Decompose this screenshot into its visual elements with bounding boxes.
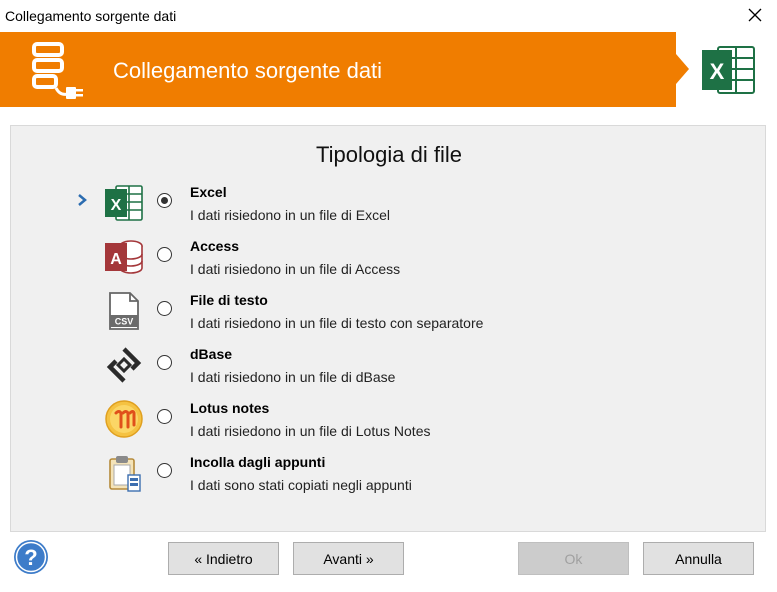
header-banner: Collegamento sorgente dati X [0, 32, 777, 107]
window-title: Collegamento sorgente dati [5, 8, 177, 24]
svg-text:X: X [111, 197, 122, 214]
option-name: Excel [190, 184, 227, 200]
option-text-file[interactable]: CSV File di testo I dati risiedono in un… [11, 288, 767, 342]
option-description: I dati risiedono in un file di Excel [190, 207, 390, 223]
close-button[interactable] [745, 5, 765, 25]
option-description: I dati sono stati copiati negli appunti [190, 477, 412, 493]
help-icon[interactable]: ? [13, 539, 49, 575]
option-name: Incolla dagli appunti [190, 454, 326, 470]
next-button[interactable]: Avanti » [293, 542, 404, 575]
option-name: File di testo [190, 292, 268, 308]
excel-icon: X [105, 185, 143, 221]
text-file-radio[interactable] [157, 301, 172, 316]
option-access[interactable]: A Access I dati risiedono in un file di … [11, 234, 767, 288]
option-name: dBase [190, 346, 233, 362]
lotus-notes-radio[interactable] [157, 409, 172, 424]
clipboard-icon [109, 456, 141, 492]
database-plug-icon [32, 42, 83, 99]
svg-text:CSV: CSV [115, 317, 134, 327]
option-excel[interactable]: X Excel I dati risiedono in un file di E… [11, 180, 767, 234]
cancel-button[interactable]: Annulla [643, 542, 754, 575]
access-icon: A [105, 240, 143, 274]
option-lotus-notes[interactable]: Lotus notes I dati risiedono in un file … [11, 396, 767, 450]
ok-button[interactable]: Ok [518, 542, 629, 575]
svg-text:X: X [710, 59, 725, 84]
dbase-icon [106, 347, 142, 383]
excel-radio[interactable] [157, 193, 172, 208]
svg-text:?: ? [24, 545, 37, 570]
dbase-radio[interactable] [157, 355, 172, 370]
svg-text:A: A [110, 251, 122, 268]
section-title: Tipologia di file [316, 142, 462, 167]
banner-heading: Collegamento sorgente dati [113, 58, 383, 83]
option-name: Access [190, 238, 240, 254]
excel-logo-icon: X [702, 46, 755, 94]
close-icon [748, 8, 762, 22]
file-type-panel: Tipologia di file X Excel I dati risiedo… [10, 125, 766, 532]
back-button[interactable]: « Indietro [168, 542, 279, 575]
lotus-notes-icon [105, 400, 143, 438]
option-description: I dati risiedono in un file di Access [190, 261, 401, 277]
clipboard-radio[interactable] [157, 463, 172, 478]
selected-chevron-icon [78, 194, 87, 206]
option-description: I dati risiedono in un file di dBase [190, 369, 396, 385]
option-description: I dati risiedono in un file di Lotus Not… [190, 423, 431, 439]
option-dbase[interactable]: dBase I dati risiedono in un file di dBa… [11, 342, 767, 396]
option-clipboard[interactable]: Incolla dagli appunti I dati sono stati … [11, 450, 767, 504]
csv-file-icon: CSV [109, 292, 139, 330]
access-radio[interactable] [157, 247, 172, 262]
banner-arrow [676, 54, 689, 84]
title-bar: Collegamento sorgente dati [0, 0, 777, 32]
option-description: I dati risiedono in un file di testo con… [190, 315, 484, 331]
option-name: Lotus notes [190, 400, 270, 416]
